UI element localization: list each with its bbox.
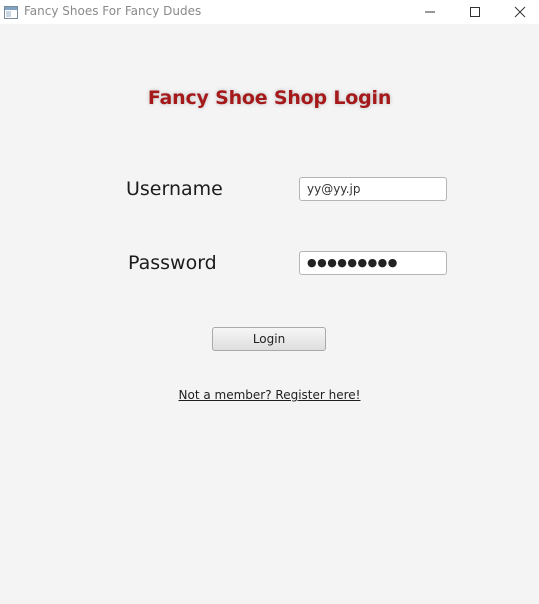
close-icon: [514, 3, 526, 22]
minimize-button[interactable]: [407, 0, 453, 24]
close-button[interactable]: [497, 0, 539, 24]
login-button[interactable]: Login: [212, 327, 326, 351]
login-window: Fancy Shoes For Fancy Dudes Fancy Shoe S…: [0, 0, 539, 604]
password-label: Password: [128, 252, 217, 274]
app-icon: [4, 4, 18, 19]
title-bar: Fancy Shoes For Fancy Dudes: [0, 0, 539, 24]
maximize-button[interactable]: [452, 0, 498, 24]
password-field[interactable]: ●●●●●●●●●: [299, 251, 447, 275]
maximize-icon: [469, 3, 481, 22]
minimize-icon: [424, 3, 436, 22]
username-label: Username: [126, 178, 223, 200]
window-title: Fancy Shoes For Fancy Dudes: [24, 4, 202, 18]
page-title: Fancy Shoe Shop Login: [147, 87, 392, 109]
username-field[interactable]: yy@yy.jp: [299, 177, 447, 201]
register-link[interactable]: Not a member? Register here!: [0, 388, 539, 402]
